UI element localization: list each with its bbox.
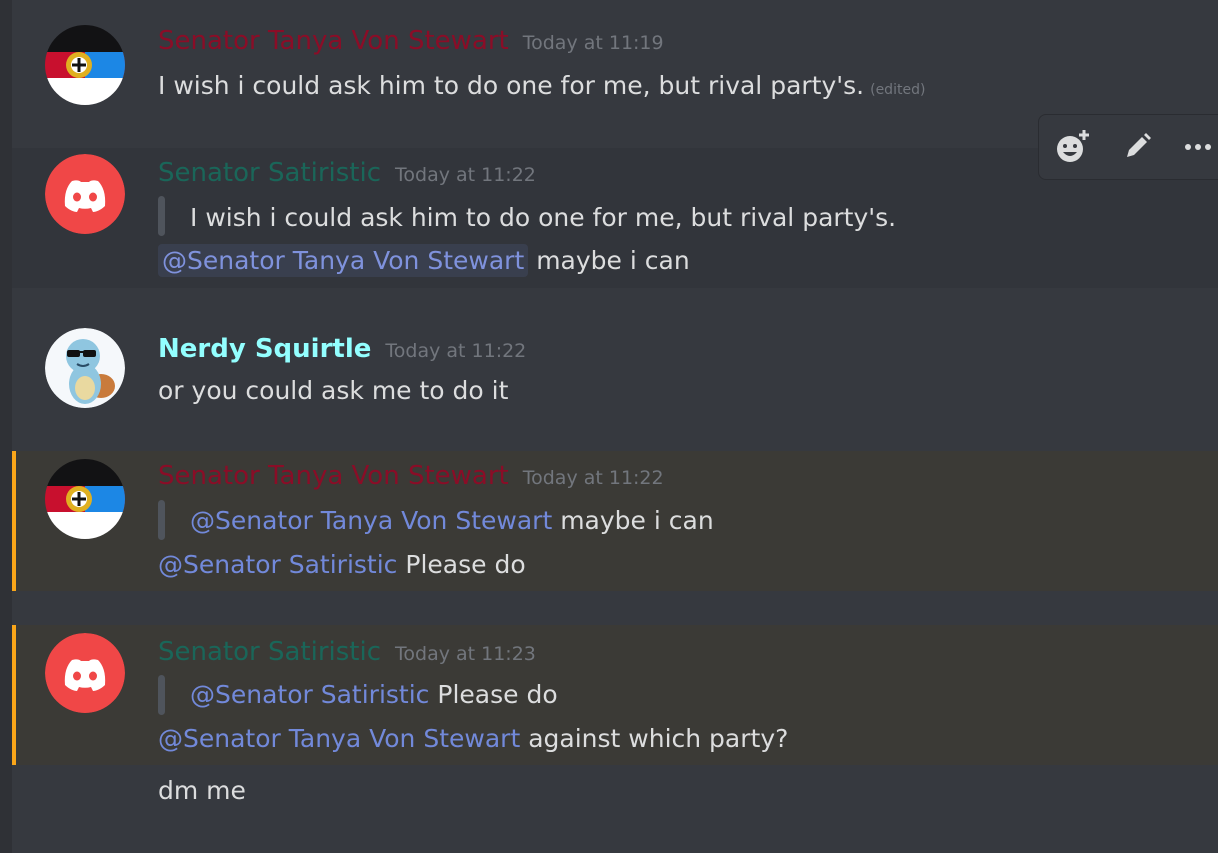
message-text: I wish i could ask him to do one for me,… [158,71,865,100]
timestamp: Today at 11:22 [522,467,664,489]
message-header: Senator Satiristic Today at 11:23 [158,637,536,667]
message-content: @Senator Tanya Von Stewart maybe i can [158,244,690,277]
message-content: @Senator Tanya Von Stewart against which… [158,724,788,753]
edit-button[interactable] [1115,127,1155,167]
edit-pencil-icon [1127,133,1151,157]
message-1[interactable]: Senator Tanya Von Stewart Today at 11:19 … [12,0,1218,140]
author-name[interactable]: Senator Tanya Von Stewart [158,26,509,56]
user-mention[interactable]: @Senator Satiristic [190,680,429,709]
more-options-button[interactable] [1179,127,1218,167]
add-reaction-button[interactable] [1053,127,1093,167]
quote-content: @Senator Tanya Von Stewart maybe i can [190,506,714,535]
avatar-tanya[interactable] [45,25,125,105]
message-4[interactable]: Senator Tanya Von Stewart Today at 11:22 … [12,451,1218,591]
message-followup[interactable]: dm me [12,765,1218,853]
message-header: Senator Tanya Von Stewart Today at 11:19 [158,26,664,56]
message-header: Senator Tanya Von Stewart Today at 11:22 [158,461,664,491]
timestamp: Today at 11:23 [395,643,536,665]
message-header: Nerdy Squirtle Today at 11:22 [158,334,526,364]
timestamp: Today at 11:19 [522,32,664,54]
channel-left-strip [0,0,12,853]
message-content: I wish i could ask him to do one for me,… [158,71,925,100]
timestamp: Today at 11:22 [395,164,536,186]
message-header: Senator Satiristic Today at 11:22 [158,158,536,188]
avatar-tanya[interactable] [45,459,125,539]
more-options-icon [1185,144,1211,150]
edited-label: (edited) [870,82,926,98]
quote-bar [158,675,165,715]
message-5[interactable]: Senator Satiristic Today at 11:23 @Senato… [12,625,1218,765]
author-name[interactable]: Senator Satiristic [158,158,381,188]
quote-text: maybe i can [560,506,714,535]
user-mention[interactable]: @Senator Tanya Von Stewart [190,506,552,535]
message-text: dm me [158,776,246,805]
quote-bar [158,196,165,236]
quote-text: Please do [437,680,558,709]
author-name[interactable]: Nerdy Squirtle [158,334,371,364]
quote-content: @Senator Satiristic Please do [190,680,558,709]
message-text: maybe i can [536,246,690,275]
avatar-satiristic[interactable] [45,154,125,234]
user-mention[interactable]: @Senator Satiristic [158,550,397,579]
message-content: @Senator Satiristic Please do [158,550,526,579]
message-3[interactable]: Nerdy Squirtle Today at 11:22 or you coul… [12,288,1218,448]
user-mention[interactable]: @Senator Tanya Von Stewart [158,244,529,277]
message-actions-toolbar [1038,114,1218,180]
avatar-satiristic[interactable] [45,633,125,713]
quote-text: I wish i could ask him to do one for me,… [190,203,897,232]
timestamp: Today at 11:22 [385,340,527,362]
quote-bar [158,500,165,540]
avatar-nerdy-squirtle[interactable] [45,328,125,408]
message-text: or you could ask me to do it [158,376,509,405]
message-text: against which party? [528,724,789,753]
author-name[interactable]: Senator Tanya Von Stewart [158,461,509,491]
user-mention[interactable]: @Senator Tanya Von Stewart [158,724,520,753]
author-name[interactable]: Senator Satiristic [158,637,381,667]
add-reaction-icon [1057,130,1089,162]
message-text: Please do [405,550,526,579]
